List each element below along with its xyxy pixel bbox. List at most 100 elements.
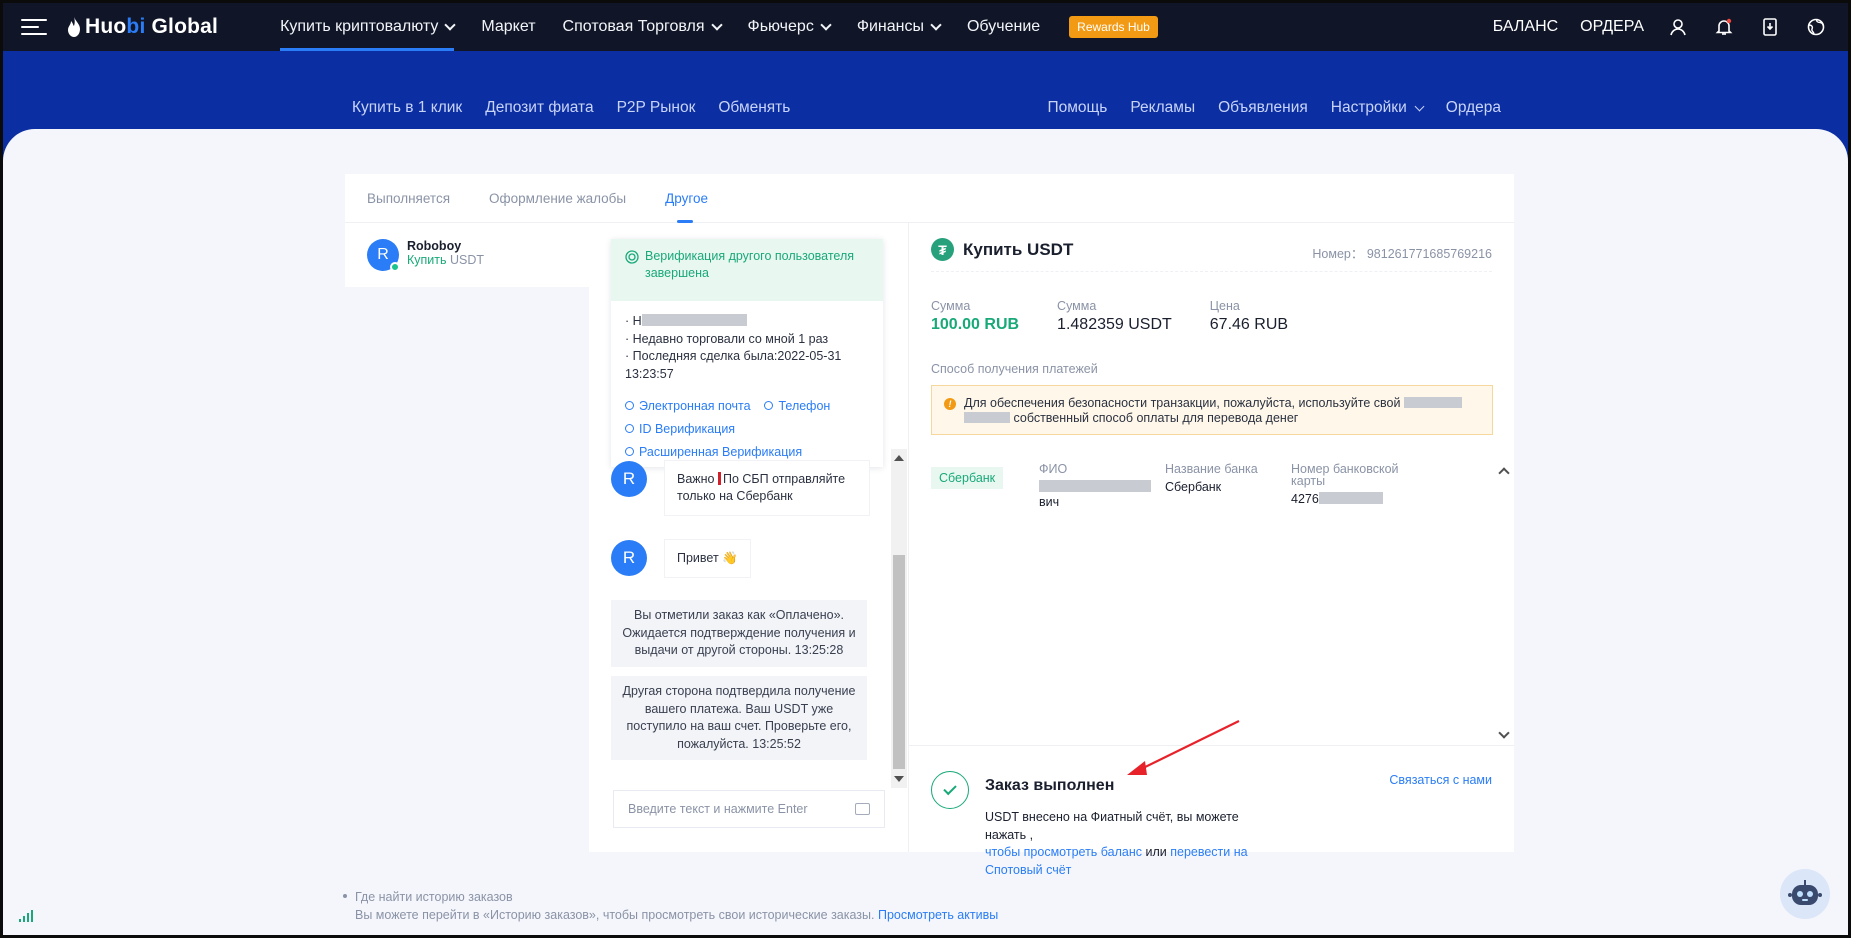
scroll-down-icon[interactable] [894,776,904,782]
bell-icon[interactable] [1712,15,1736,39]
image-upload-icon[interactable] [855,803,870,815]
divider [931,271,1492,272]
chevron-down-icon [444,19,457,31]
verification-title: Верификация другого пользователя заверше… [645,249,855,280]
chevron-down-icon [710,19,723,31]
order-header: ₮ Купить USDT [931,238,1073,261]
footer-text: Вы можете перейти в «Историю заказов», ч… [355,907,878,922]
flame-icon [68,17,80,37]
chat-input[interactable]: Введите текст и нажмите Enter [613,790,885,828]
security-warning: ! Для обеспечения безопасности транзакци… [931,385,1493,435]
subnav-p2p-market[interactable]: P2P Рынок [617,99,696,117]
chevron-down-icon [930,19,942,31]
order-title: Купить USDT [963,239,1074,259]
completed-title: Заказ выполнен [985,777,1115,794]
warning-icon: ! [944,398,956,410]
user-icon[interactable] [1666,15,1690,39]
footer-title: Где найти историю заказов [355,890,513,904]
tab-in-progress[interactable]: Выполняется [367,174,450,223]
fio-value-end: вич [1039,495,1060,509]
completed-text: USDT внесено на Фиатный счёт, вы можете … [985,810,1239,842]
verification-header: Верификация другого пользователя заверше… [611,239,883,301]
advanced-verified-link[interactable]: Расширенная Верификация [625,445,802,459]
message-bubble: Важно По СБП отправляйте только на Сберб… [665,461,869,515]
nav-label: Спотовая Торговля [562,18,705,35]
download-icon[interactable] [1758,15,1782,39]
subnav-listings[interactable]: Объявления [1218,99,1308,117]
subnav-settings-label: Настройки [1330,99,1407,116]
chevron-down-icon [820,19,832,31]
subnav-exchange[interactable]: Обменять [718,99,790,117]
completed-text: или [1142,845,1171,859]
tab-appeal[interactable]: Оформление жалобы [489,174,626,223]
chat-input-placeholder: Введите текст и нажмите Enter [628,802,808,816]
check-circle-icon [625,424,634,433]
subnav-help[interactable]: Помощь [1048,99,1108,117]
red-mark-icon [717,472,721,485]
p2p-subnav-right: Помощь Рекламы Объявления Настройки Орде… [1048,99,1501,117]
orders-link[interactable]: ОРДЕРА [1580,18,1644,36]
view-assets-link[interactable]: Просмотреть активы [878,908,998,922]
stat-label: Цена [1209,299,1240,313]
contact-us-link[interactable]: Связаться с нами [1389,773,1492,787]
nav-spot[interactable]: Спотовая Торговля [562,3,723,51]
bullet-icon [343,894,347,898]
subnav-quick-buy[interactable]: Купить в 1 клик [352,99,462,117]
card-label: Номер банковской карты [1291,462,1399,488]
logo-text: Huobi Global [85,15,219,38]
scroll-thumb[interactable] [893,555,905,769]
stat-value: 100.00 RUB [931,316,1020,333]
verification-links: Электронная почта Телефон ID Верификация… [625,395,869,464]
stat-value: 67.46 RUB [1209,316,1289,333]
card-column: Номер банковской карты 4276 [1291,463,1409,507]
support-bot-icon[interactable] [1780,869,1830,919]
id-verified-link[interactable]: ID Верификация [625,422,735,436]
bank-name-column: Название банка Сбербанк [1165,463,1285,495]
phone-verified-link[interactable]: Телефон [764,399,830,413]
payment-scrollbar[interactable] [1497,463,1513,745]
subnav-fiat-deposit[interactable]: Депозит фиата [485,99,593,117]
scroll-up-icon[interactable] [1498,467,1510,479]
chat-message: R Привет 👋 [611,540,750,577]
footer-note: Где найти историю заказов Вы можете пере… [343,889,998,924]
bank-name-label: Название банка [1165,462,1258,476]
scroll-up-icon[interactable] [894,455,904,461]
fio-value: вич [1039,480,1159,510]
subnav-orders[interactable]: Ордера [1446,99,1501,117]
redacted-block [1403,397,1462,408]
subnav-settings[interactable]: Настройки [1330,99,1425,117]
globe-icon[interactable] [1804,15,1828,39]
view-balance-link[interactable]: чтобы просмотреть баланс [985,845,1142,859]
email-verified-link[interactable]: Электронная почта [625,399,751,413]
counterparty-name: Roboboy [407,239,462,253]
subnav-ads[interactable]: Рекламы [1130,99,1195,117]
logo[interactable]: Huobi Global [67,15,218,39]
completed-description: USDT внесено на Фиатный счёт, вы можете … [985,809,1265,879]
chat-scrollbar[interactable] [891,449,907,788]
nav-futures[interactable]: Фьючерс [747,3,832,51]
nav-market[interactable]: Маркет [481,3,535,51]
menu-icon[interactable] [21,3,55,51]
nav-label: Фьючерс [747,18,814,35]
signal-icon [19,910,33,922]
fio-column: ФИО вич [1039,463,1159,510]
nav-learn[interactable]: Обучение [967,3,1040,51]
stat-value: 1.482359 USDT [1057,316,1172,333]
message-text: Важно [677,472,718,486]
redacted-block [964,412,1010,423]
nav-buy-crypto[interactable]: Купить криптовалюту [280,3,457,51]
nav-label: Купить криптовалюту [280,18,439,35]
nav-finance[interactable]: Финансы [857,3,942,51]
chat-message: R Важно По СБП отправляйте только на Сбе… [611,461,869,515]
check-icon [931,771,969,809]
tab-other[interactable]: Другое [665,174,708,223]
scroll-down-icon[interactable] [1498,727,1510,739]
chat-list-item[interactable]: R Roboboy Купить USDT [367,239,484,272]
rewards-hub-button[interactable]: Rewards Hub [1069,16,1158,38]
order-tabs: Выполняется Оформление жалобы Другое [345,174,1514,223]
message-text: Привет 👋 [677,551,738,565]
avatar-letter: R [377,246,389,263]
balance-link[interactable]: БАЛАНС [1493,18,1558,36]
link-label: Расширенная Верификация [639,445,803,459]
nav-label: Маркет [481,18,536,35]
